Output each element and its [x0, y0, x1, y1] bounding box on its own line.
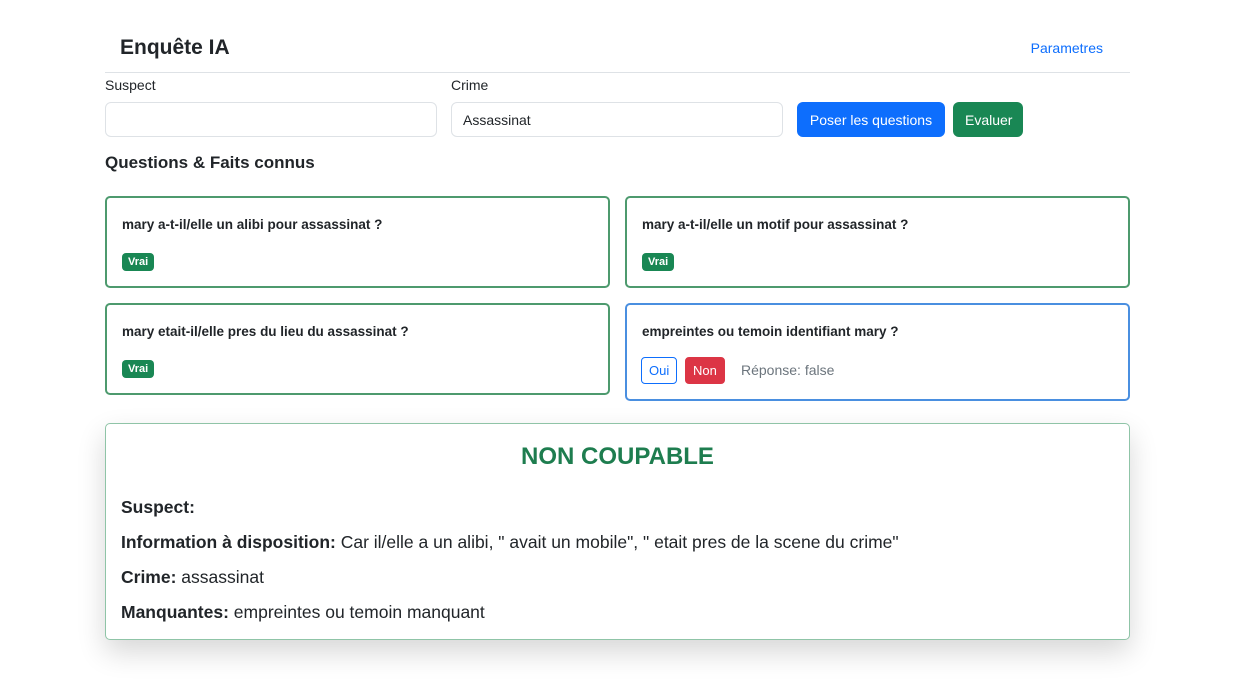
result-missing-label: Manquantes:: [121, 602, 229, 622]
settings-link[interactable]: Parametres: [1031, 40, 1103, 56]
question-card: mary a-t-il/elle un alibi pour assassina…: [105, 196, 610, 288]
question-text: mary a-t-il/elle un alibi pour assassina…: [122, 217, 383, 232]
result-crime-value: assassinat: [176, 567, 264, 587]
question-text: mary a-t-il/elle un motif pour assassina…: [642, 217, 909, 232]
crime-input[interactable]: [451, 102, 783, 137]
no-button[interactable]: Non: [685, 357, 725, 384]
ask-questions-button[interactable]: Poser les questions: [797, 102, 945, 137]
result-info: Information à disposition: Car il/elle a…: [121, 532, 899, 553]
status-badge: Vrai: [642, 253, 675, 271]
result-crime: Crime: assassinat: [121, 567, 264, 588]
crime-label: Crime: [451, 77, 489, 93]
result-suspect-label: Suspect:: [121, 497, 195, 517]
question-card-pending: empreintes ou temoin identifiant mary ? …: [625, 303, 1130, 401]
question-text: empreintes ou temoin identifiant mary ?: [642, 324, 899, 339]
suspect-label: Suspect: [105, 77, 156, 93]
question-card: mary etait-il/elle pres du lieu du assas…: [105, 303, 610, 395]
questions-section-title: Questions & Faits connus: [105, 153, 315, 172]
result-info-value: Car il/elle a un alibi, " avait un mobil…: [335, 532, 899, 552]
status-badge: Vrai: [122, 253, 155, 271]
result-suspect: Suspect:: [121, 497, 195, 518]
question-text: mary etait-il/elle pres du lieu du assas…: [122, 324, 409, 339]
result-crime-label: Crime:: [121, 567, 177, 587]
app-title: Enquête IA: [120, 36, 230, 59]
evaluate-button[interactable]: Evaluer: [953, 102, 1023, 137]
result-missing: Manquantes: empreintes ou temoin manquan…: [121, 602, 485, 623]
answer-text: Réponse: false: [741, 362, 835, 378]
yes-button[interactable]: Oui: [641, 357, 678, 384]
result-info-label: Information à disposition:: [121, 532, 336, 552]
result-missing-value: empreintes ou temoin manquant: [228, 602, 485, 622]
status-badge: Vrai: [122, 360, 155, 378]
question-card: mary a-t-il/elle un motif pour assassina…: [625, 196, 1130, 288]
suspect-input[interactable]: [105, 102, 437, 137]
navbar: Enquête IA Parametres: [105, 0, 1130, 73]
verdict-title: NON COUPABLE: [521, 443, 714, 470]
result-panel: NON COUPABLE Suspect: Information à disp…: [105, 423, 1130, 640]
